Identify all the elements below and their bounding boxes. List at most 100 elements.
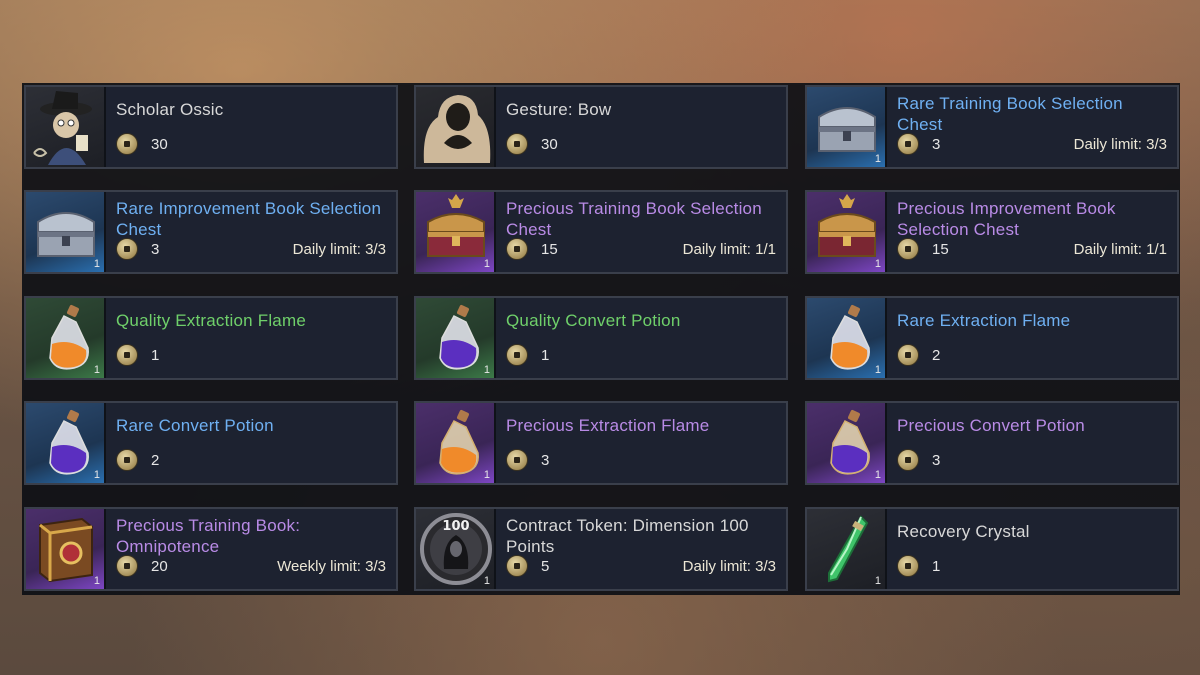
item-icon-frame (416, 87, 496, 167)
price-value: 2 (932, 346, 941, 364)
coin-icon (897, 238, 919, 260)
item-price: 15 (897, 238, 949, 260)
price-value: 2 (151, 451, 160, 469)
item-price: 1 (897, 555, 940, 577)
item-quantity: 1 (874, 575, 881, 587)
item-price: 3 (897, 133, 940, 155)
price-value: 3 (932, 451, 941, 469)
item-price: 15 (506, 238, 558, 260)
item-price: 2 (897, 344, 940, 366)
item-price: 30 (506, 133, 558, 155)
shop-item-card[interactable]: 1 Rare Improvement Book Selection Chest … (24, 190, 398, 274)
coin-icon (506, 555, 528, 577)
shop-item-card[interactable]: 100 1 Contract Token: Dimension 100 Poin… (414, 507, 788, 591)
item-name: Recovery Crystal (897, 522, 1030, 541)
shop-item-card[interactable]: 1 Precious Convert Potion 3 (805, 401, 1179, 485)
item-quantity: 1 (874, 469, 881, 481)
item-quantity: 1 (483, 364, 490, 376)
shop-item-card[interactable]: 1 Quality Extraction Flame 1 (24, 296, 398, 380)
price-value: 5 (541, 557, 550, 575)
shop-item-card[interactable]: 1 Precious Extraction Flame 3 (414, 401, 788, 485)
price-value: 1 (932, 557, 941, 575)
item-quantity: 1 (874, 153, 881, 165)
purchase-limit: Daily limit: 1/1 (682, 241, 776, 258)
shop-item-card[interactable]: Scholar Ossic 30 (24, 85, 398, 169)
item-price: 3 (897, 449, 940, 471)
item-name: Rare Convert Potion (116, 416, 274, 435)
item-icon-frame: 1 (416, 192, 496, 272)
price-value: 3 (151, 240, 160, 258)
item-quantity: 1 (483, 469, 490, 481)
shop-item-card[interactable]: 1 Precious Training Book: Omnipotence 20… (24, 507, 398, 591)
price-value: 15 (932, 240, 949, 258)
item-icon-frame: 1 (26, 192, 106, 272)
item-icon-frame: 1 (26, 509, 106, 589)
shop-item-card[interactable]: 1 Rare Convert Potion 2 (24, 401, 398, 485)
item-price: 3 (506, 449, 549, 471)
item-price: 30 (116, 133, 168, 155)
item-name: Precious Training Book Selection Chest (506, 199, 762, 239)
coin-icon (897, 555, 919, 577)
item-icon-frame: 100 1 (416, 509, 496, 589)
item-name: Rare Extraction Flame (897, 311, 1071, 330)
item-name: Rare Training Book Selection Chest (897, 94, 1123, 134)
shop-item-card[interactable]: 1 Precious Training Book Selection Chest… (414, 190, 788, 274)
item-quantity: 1 (874, 258, 881, 270)
purchase-limit: Daily limit: 1/1 (1073, 241, 1167, 258)
item-name: Gesture: Bow (506, 100, 612, 119)
item-quantity: 1 (93, 364, 100, 376)
shop-item-card[interactable]: 1 Quality Convert Potion 1 (414, 296, 788, 380)
item-icon-frame (26, 87, 106, 167)
item-quantity: 1 (874, 364, 881, 376)
shop-item-card[interactable]: Gesture: Bow 30 (414, 85, 788, 169)
item-quantity: 1 (483, 575, 490, 587)
item-icon-frame: 1 (807, 87, 887, 167)
price-value: 3 (932, 135, 941, 153)
coin-icon (116, 344, 138, 366)
item-icon-frame: 1 (807, 192, 887, 272)
price-value: 3 (541, 451, 550, 469)
purchase-limit: Daily limit: 3/3 (1073, 136, 1167, 153)
coin-icon (506, 133, 528, 155)
item-name: Precious Convert Potion (897, 416, 1085, 435)
shop-item-card[interactable]: 1 Recovery Crystal 1 (805, 507, 1179, 591)
item-icon-frame: 1 (26, 403, 106, 483)
item-quantity: 1 (93, 469, 100, 481)
item-quantity: 1 (93, 575, 100, 587)
item-name: Quality Convert Potion (506, 311, 681, 330)
scholar-ossic-portrait-icon (33, 91, 92, 165)
coin-icon (116, 449, 138, 471)
item-name: Rare Improvement Book Selection Chest (116, 199, 382, 239)
coin-icon (506, 238, 528, 260)
price-value: 30 (151, 135, 168, 153)
item-price: 2 (116, 449, 159, 471)
coin-icon (897, 344, 919, 366)
coin-icon (116, 238, 138, 260)
coin-icon (506, 449, 528, 471)
price-value: 20 (151, 557, 168, 575)
price-value: 30 (541, 135, 558, 153)
item-name: Quality Extraction Flame (116, 311, 306, 330)
shop-item-card[interactable]: 1 Rare Extraction Flame 2 (805, 296, 1179, 380)
token-badge: 100 (442, 519, 469, 534)
item-icon-frame: 1 (807, 298, 887, 378)
item-icon-frame: 1 (807, 403, 887, 483)
item-name: Precious Training Book: Omnipotence (116, 516, 301, 556)
gesture-bow-icon (423, 95, 491, 163)
coin-icon (897, 449, 919, 471)
shop-item-card[interactable]: 1 Rare Training Book Selection Chest 3 D… (805, 85, 1179, 169)
shop-item-card[interactable]: 1 Precious Improvement Book Selection Ch… (805, 190, 1179, 274)
coin-icon (506, 344, 528, 366)
price-value: 1 (151, 346, 160, 364)
purchase-limit: Daily limit: 3/3 (682, 558, 776, 575)
purchase-limit: Weekly limit: 3/3 (277, 558, 386, 575)
item-quantity: 1 (93, 258, 100, 270)
coin-icon (116, 133, 138, 155)
coin-icon (116, 555, 138, 577)
item-price: 3 (116, 238, 159, 260)
item-icon-frame: 1 (416, 403, 496, 483)
purchase-limit: Daily limit: 3/3 (292, 241, 386, 258)
item-name: Scholar Ossic (116, 100, 224, 119)
item-price: 1 (506, 344, 549, 366)
item-name: Precious Improvement Book Selection Ches… (897, 199, 1116, 239)
